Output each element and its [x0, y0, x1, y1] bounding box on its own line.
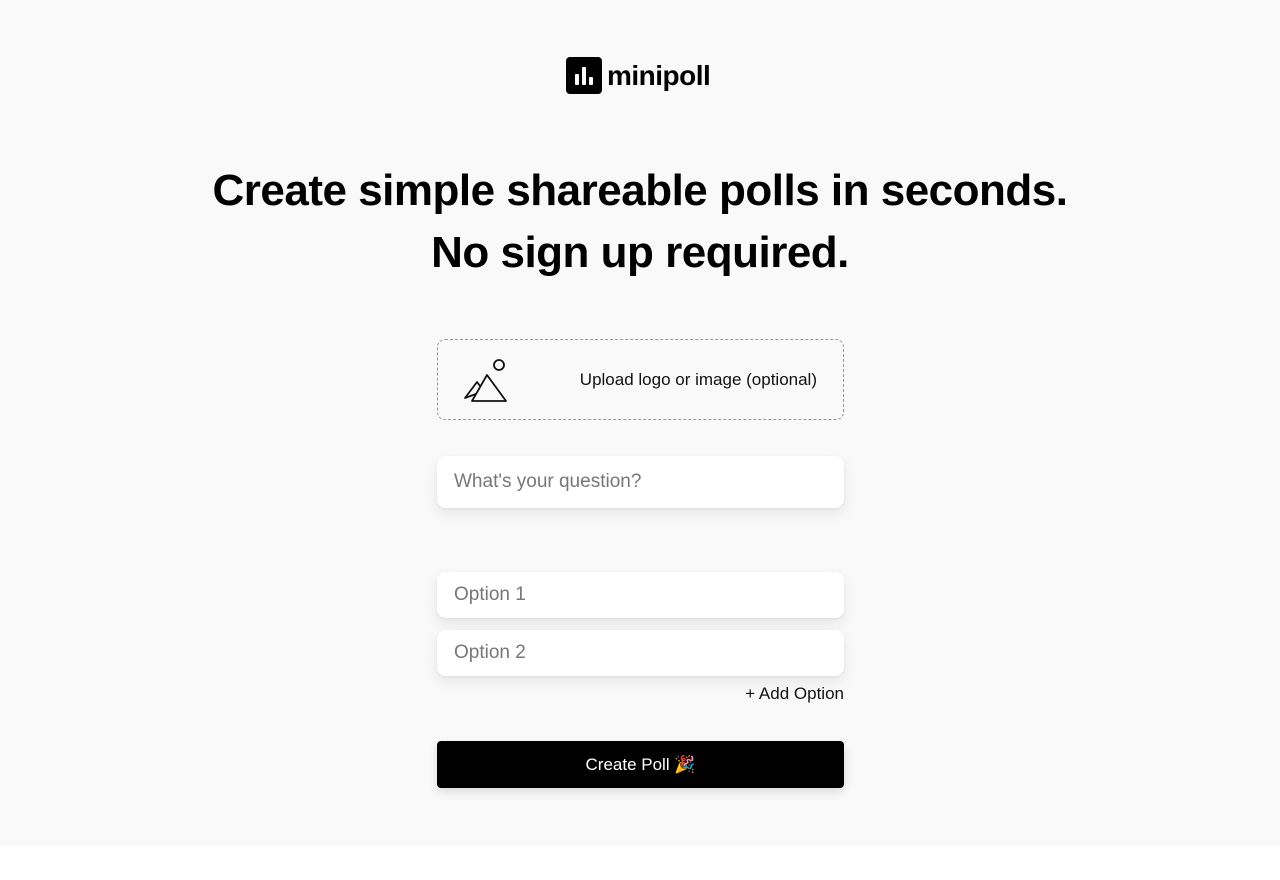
- option-1-input[interactable]: [437, 572, 844, 618]
- create-poll-button[interactable]: Create Poll 🎉: [437, 741, 844, 788]
- upload-label: Upload logo or image (optional): [579, 370, 817, 389]
- headline-line-2: No sign up required.: [431, 228, 849, 277]
- page-background: minipoll Create simple shareable polls i…: [0, 0, 1280, 846]
- add-option-button[interactable]: + Add Option: [740, 684, 844, 704]
- page-headline: Create simple shareable polls in seconds…: [0, 160, 1280, 284]
- upload-image-dropzone[interactable]: Upload logo or image (optional): [437, 339, 844, 420]
- bar-chart-logo-icon: [566, 57, 602, 94]
- headline-line-1: Create simple shareable polls in seconds…: [212, 166, 1068, 215]
- option-2-input[interactable]: [437, 630, 844, 676]
- image-mountains-icon: [464, 359, 507, 402]
- question-input[interactable]: [437, 456, 844, 508]
- brand-logo[interactable]: minipoll: [566, 57, 711, 94]
- brand-name: minipoll: [607, 60, 711, 91]
